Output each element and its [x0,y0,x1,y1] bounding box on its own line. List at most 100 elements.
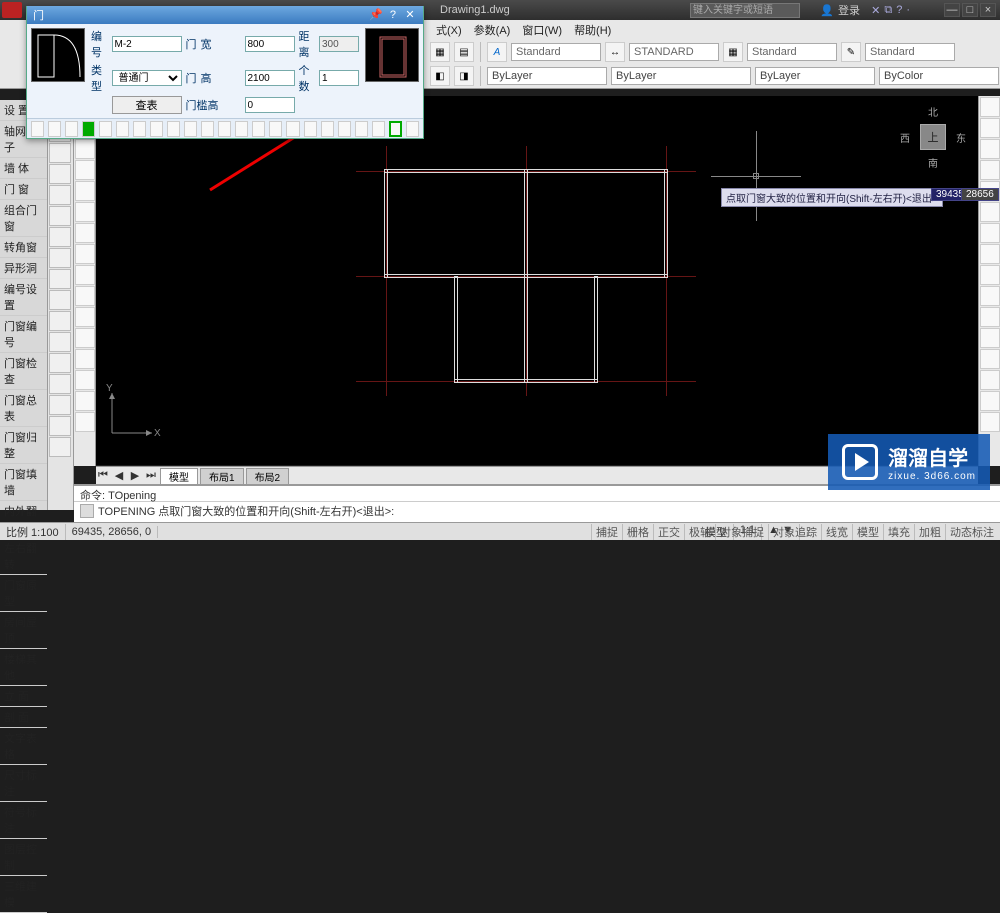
mod-4[interactable] [980,160,1000,180]
dialog-help-icon[interactable]: ? [386,9,400,23]
dtb-15[interactable] [269,121,282,137]
toggle-otrack[interactable]: 对象追踪 [768,524,821,540]
tab-nav-prev[interactable]: ◀ [112,469,126,482]
close-button[interactable]: × [980,3,996,17]
lp-section[interactable]: 剖 面 [0,707,47,728]
menu-window[interactable]: 窗口(W) [516,22,568,38]
dialog-pin-icon[interactable]: 📌 [369,8,383,22]
mod-2[interactable] [980,118,1000,138]
toggle-polar[interactable]: 极轴 [684,524,715,540]
layer-btn-1[interactable]: ◧ [430,66,450,86]
mod-1[interactable] [980,97,1000,117]
app-icon[interactable] [2,2,22,18]
dtb-18[interactable] [321,121,334,137]
lp2-4[interactable] [49,164,71,184]
lp2-10[interactable] [49,290,71,310]
dtb-7[interactable] [133,121,146,137]
draw-ellipse-icon[interactable] [75,223,95,243]
linetype-drop[interactable]: ByLayer [611,67,751,85]
count-input[interactable] [319,70,359,86]
dtb-1[interactable] [31,121,44,137]
tab-layout1[interactable]: 布局1 [200,468,244,484]
ribbon-btn-1[interactable]: ▦ [430,42,450,62]
dialog-title-bar[interactable]: 门 📌 ? ✕ [27,6,423,24]
mod-10[interactable] [980,286,1000,306]
lp-elev[interactable]: 立 面 [0,686,47,707]
text-style-icon[interactable]: A [487,42,507,62]
lp-table[interactable]: 门窗总表 [0,390,47,427]
toggle-grid[interactable]: 栅格 [622,524,653,540]
text-style-drop[interactable]: Standard [511,43,601,61]
lp-3d[interactable]: 三维建模 [0,876,47,913]
lp-hole[interactable]: 异形洞 [0,258,47,279]
dtb-17[interactable] [304,121,317,137]
table-style-drop[interactable]: Standard [747,43,837,61]
lp2-15[interactable] [49,395,71,415]
lp-dim[interactable]: 尺寸标注 [0,765,47,802]
lp2-12[interactable] [49,332,71,352]
minimize-button[interactable]: — [944,3,960,17]
toggle-fill[interactable]: 填充 [883,524,914,540]
lp2-3[interactable] [49,143,71,163]
mod-9[interactable] [980,265,1000,285]
lp-fill[interactable]: 门窗填墙 [0,464,47,501]
menu-x[interactable]: 式(X) [430,22,468,38]
dtb-4[interactable] [82,121,95,137]
lp-door-window[interactable]: 门 窗 [0,179,47,200]
table-style-icon[interactable]: ▦ [723,42,743,62]
ribbon-btn-2[interactable]: ▤ [454,42,474,62]
mod-14[interactable] [980,370,1000,390]
mod-6[interactable] [980,202,1000,222]
draw-table-icon[interactable] [75,370,95,390]
lp-number[interactable]: 门窗编号 [0,316,47,353]
toggle-ortho[interactable]: 正交 [653,524,684,540]
mod-15[interactable] [980,391,1000,411]
lp-stair[interactable]: 楼梯其他 [0,649,47,686]
draw-arc-icon[interactable] [75,160,95,180]
lp-check[interactable]: 门窗检查 [0,353,47,390]
draw-more-icon[interactable] [75,412,95,432]
dtb-20[interactable] [355,121,368,137]
dtb-6[interactable] [116,121,129,137]
command-line[interactable]: TOPENING 点取门窗大致的位置和开向(Shift-左右开)<退出>: [74,502,1000,520]
ml-style-drop[interactable]: Standard [865,43,955,61]
draw-circle-icon[interactable] [75,139,95,159]
lp2-9[interactable] [49,269,71,289]
toggle-dyn[interactable]: 动态标注 [945,524,998,540]
dtb-16[interactable] [286,121,299,137]
dtb-13[interactable] [235,121,248,137]
mod-12[interactable] [980,328,1000,348]
draw-point-icon[interactable] [75,286,95,306]
height-input[interactable] [245,70,295,86]
layer-drop[interactable]: ByLayer [487,67,607,85]
lp-numset[interactable]: 编号设置 [0,279,47,316]
lp2-8[interactable] [49,248,71,268]
lp-corner[interactable]: 转角窗 [0,237,47,258]
dtb-3[interactable] [65,121,78,137]
door-plan-preview[interactable] [31,28,85,82]
tab-model[interactable]: 模型 [160,468,198,484]
lp-text[interactable]: 文字表格 [0,728,47,765]
dtb-9[interactable] [167,121,180,137]
draw-block-icon[interactable] [75,307,95,327]
draw-region-icon[interactable] [75,349,95,369]
vc-top[interactable]: 上 [920,124,946,150]
lp2-11[interactable] [49,311,71,331]
lookup-button[interactable]: 查表 [112,96,182,114]
draw-text-icon[interactable] [75,328,95,348]
lp-room[interactable]: 房间屋顶 [0,612,47,649]
lp-flip-lr[interactable]: 左右翻转 [0,538,47,575]
draw-hatch-icon[interactable] [75,244,95,264]
dtb-5[interactable] [99,121,112,137]
width-input[interactable] [245,36,295,52]
lp-wall[interactable]: 墙 体 [0,158,47,179]
qat-a-icon[interactable]: ⧉ [884,4,892,17]
ml-style-icon[interactable]: ✎ [841,42,861,62]
dialog-close-icon[interactable]: ✕ [403,8,417,22]
draw-mtext-icon[interactable] [75,391,95,411]
drawing-canvas[interactable]: [-][俯视][二维线框] 上 北 南 西 东 点取门窗大致的位置和开向(Shi… [96,96,978,465]
lp-symbol[interactable]: 符号标注 [0,802,47,839]
lp-adjust[interactable]: 门窗归整 [0,427,47,464]
maximize-button[interactable]: □ [962,3,978,17]
door-3d-preview[interactable] [365,28,419,82]
